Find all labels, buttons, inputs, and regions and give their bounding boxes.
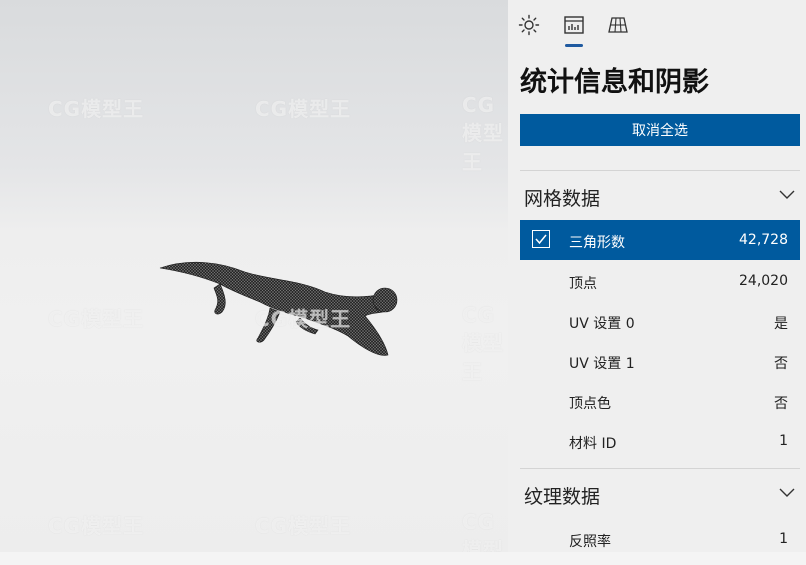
deselect-all-button[interactable]: 取消全选: [520, 114, 800, 146]
stat-value: 是: [774, 316, 788, 332]
stat-value: 42,728: [739, 232, 788, 248]
chevron-down-icon: [779, 190, 795, 199]
watermark: CG模型王: [48, 514, 145, 538]
tab-lighting[interactable]: [515, 12, 543, 40]
stat-label: 材料 ID: [569, 436, 617, 452]
active-tab-indicator: [565, 44, 583, 47]
divider: [520, 170, 800, 171]
stat-row[interactable]: 材料 ID 1: [520, 421, 800, 461]
stat-row[interactable]: 顶点 24,020: [520, 261, 800, 301]
section-title: 纹理数据: [524, 486, 601, 508]
stat-row[interactable]: 顶点色 否: [520, 381, 800, 421]
stat-value: 否: [774, 356, 788, 372]
3d-viewport[interactable]: CG模型王 CG模型王 CG模型王 CG模型王 CG模型王 CG模型王 CG模型…: [0, 0, 508, 552]
stat-row[interactable]: UV 设置 1 否: [520, 341, 800, 381]
divider: [520, 468, 800, 469]
stat-label: UV 设置 1: [569, 356, 635, 372]
stat-label: 顶点: [569, 276, 597, 292]
panel-title: 统计信息和阴影: [520, 67, 709, 98]
grid-icon: [608, 17, 628, 33]
stats-panel: 统计信息和阴影 取消全选 网格数据 三角形数 42,728 顶点 24,020 …: [508, 0, 806, 552]
bottom-strip: [0, 552, 806, 565]
chevron-down-icon: [779, 488, 795, 497]
stat-label: UV 设置 0: [569, 316, 635, 332]
stat-row[interactable]: UV 设置 0 是: [520, 301, 800, 341]
section-title: 网格数据: [524, 188, 601, 210]
texture-section-header[interactable]: 纹理数据: [520, 470, 800, 518]
watermark: CG模型王: [48, 307, 145, 331]
stat-label: 三角形数: [569, 235, 625, 251]
mesh-section-header[interactable]: 网格数据: [520, 172, 800, 220]
stat-label: 顶点色: [569, 396, 611, 412]
tab-stats[interactable]: [560, 12, 588, 40]
tab-grid[interactable]: [604, 12, 632, 40]
watermark: CG模型王: [462, 93, 504, 174]
stat-value: 1: [779, 531, 788, 547]
checkbox[interactable]: [532, 230, 550, 248]
stats-icon: [564, 16, 584, 34]
watermark: CG模型王: [48, 97, 145, 121]
watermark: CG模型王: [255, 514, 352, 538]
stat-value: 24,020: [739, 273, 788, 289]
watermark: CG模型王: [255, 97, 352, 121]
checkmark-icon: [535, 234, 547, 245]
stat-row[interactable]: 反照率 1: [520, 519, 800, 552]
panel-tabs: [508, 0, 806, 52]
stat-value: 1: [779, 433, 788, 449]
watermark: CG模型王: [462, 303, 504, 384]
watermark: CG模型王: [462, 510, 504, 552]
crocodile-model: [159, 261, 398, 356]
stat-value: 否: [774, 396, 788, 412]
stat-row[interactable]: 三角形数 42,728: [520, 220, 800, 260]
brightness-icon: [518, 14, 540, 36]
stat-label: 反照率: [569, 534, 611, 550]
